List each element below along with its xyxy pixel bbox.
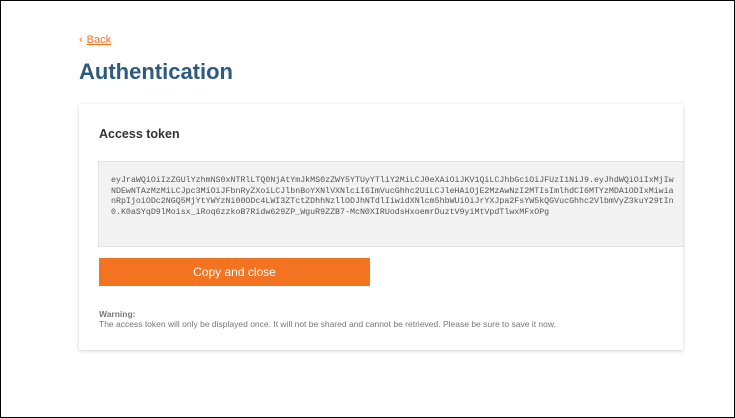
chevron-left-icon: ‹ (79, 34, 83, 46)
card-title: Access token (99, 127, 180, 141)
back-link-label: Back (86, 34, 112, 46)
copy-and-close-button[interactable]: Copy and close (99, 258, 370, 286)
warning-text: The access token will only be displayed … (99, 319, 556, 329)
app-window: ‹ Back Authentication Access token eyJraW… (0, 0, 735, 418)
access-token-card: Access token eyJraWQiOiIzZGUlYzhmNS0xNTR… (79, 104, 684, 350)
token-box[interactable]: eyJraWQiOiIzZGUlYzhmNS0xNTRlLTQ0NjAtYmJk… (98, 161, 684, 247)
warning-label: Warning: (99, 309, 136, 319)
access-token-text[interactable]: eyJraWQiOiIzZGUlYzhmNS0xNTRlLTQ0NjAtYmJk… (111, 176, 675, 218)
back-link[interactable]: ‹ Back (79, 34, 111, 46)
page-title: Authentication (79, 59, 233, 84)
